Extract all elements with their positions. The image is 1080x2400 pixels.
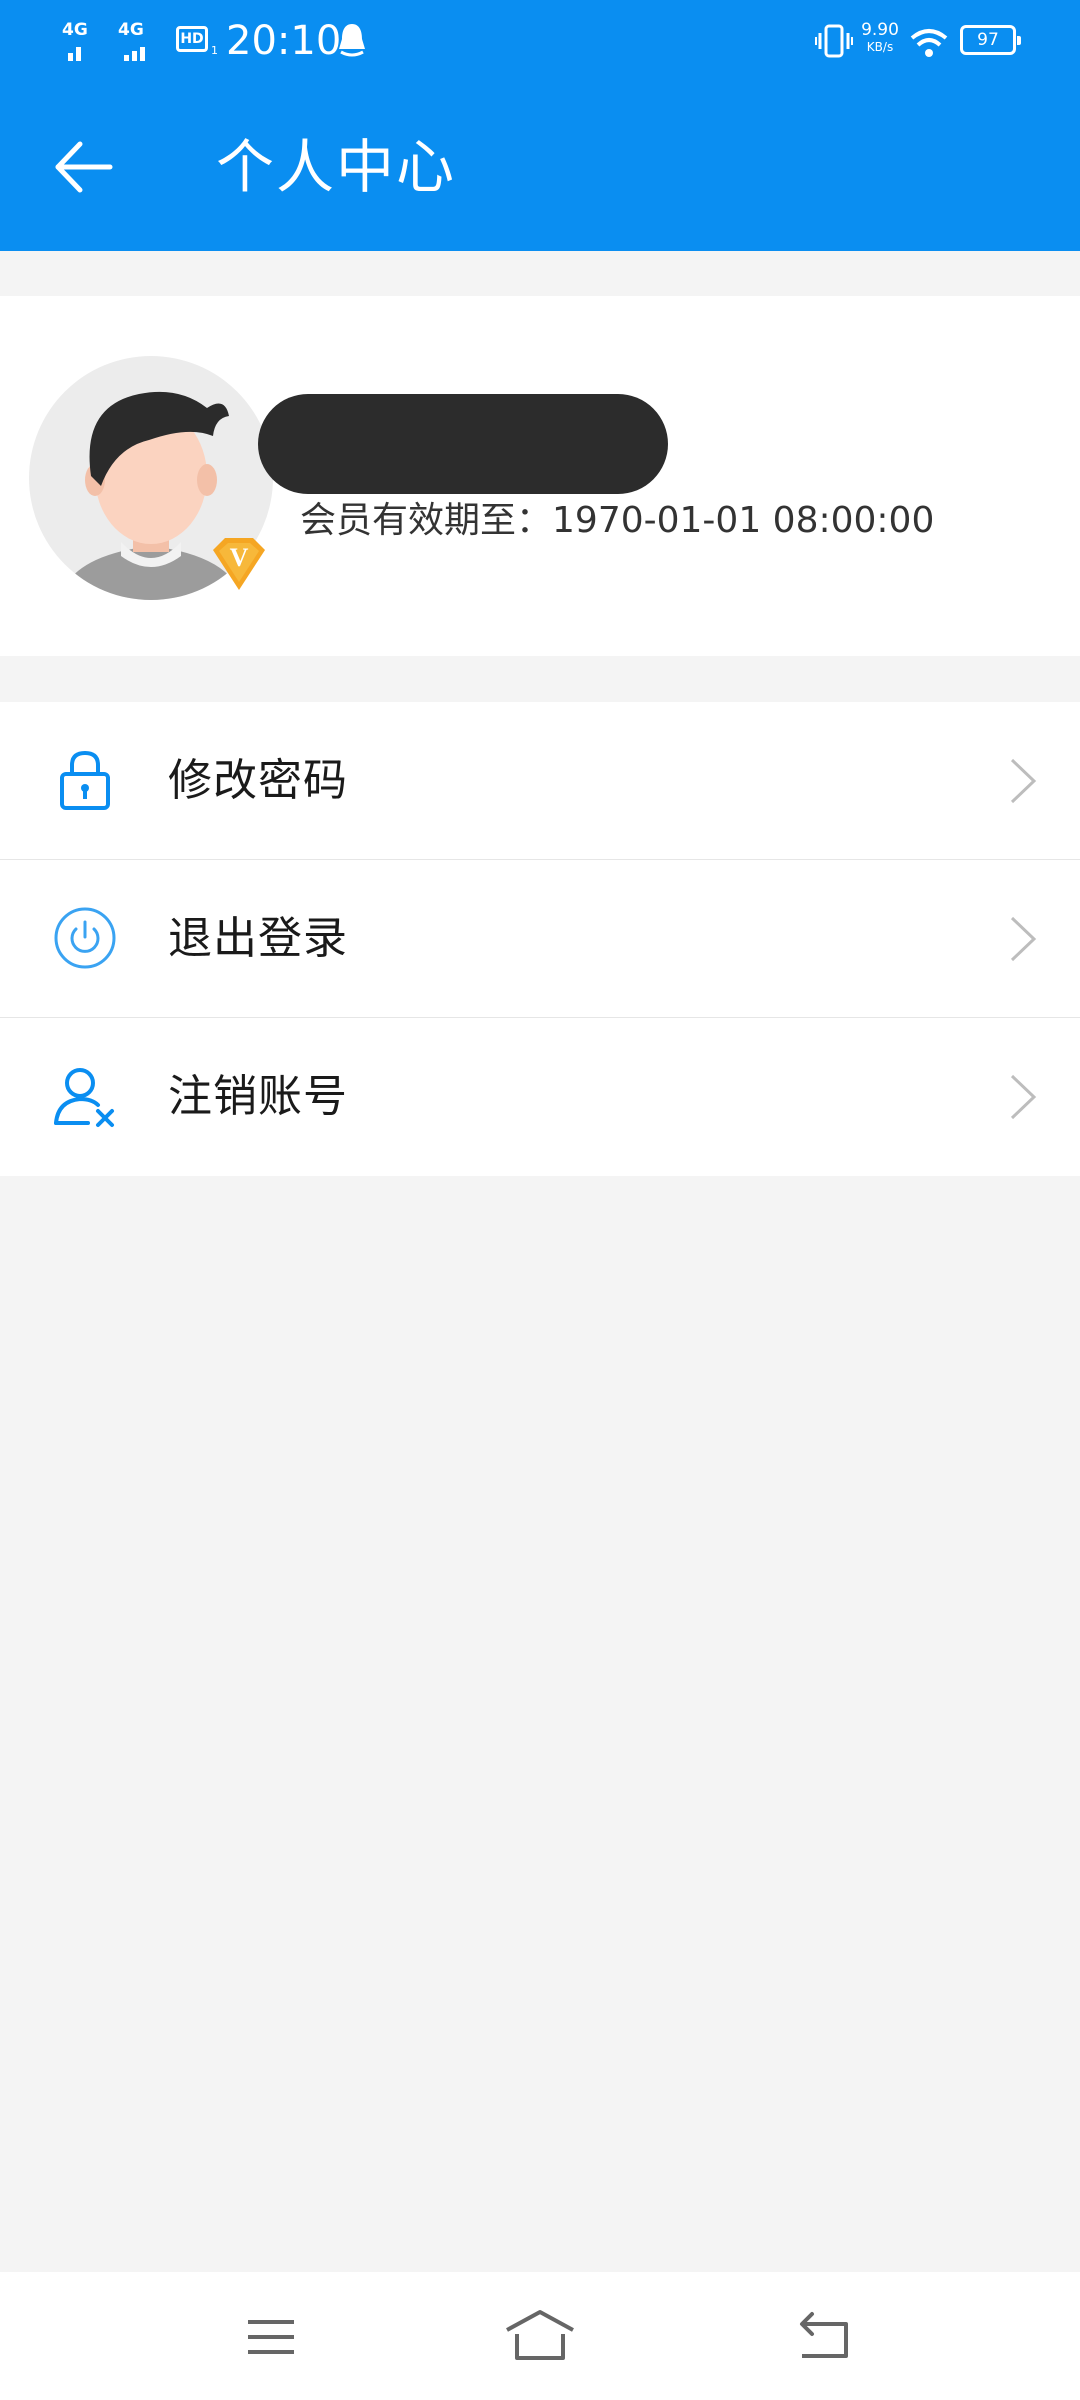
battery-icon: 97 — [960, 25, 1021, 55]
net-speed-unit: KB/s — [866, 40, 894, 54]
chevron-right-icon — [1010, 916, 1037, 962]
signal-2-label: 4G — [118, 20, 144, 40]
clock: 20:10 — [226, 18, 342, 64]
app-bar: 个人中心 — [0, 84, 1080, 251]
vibrate-icon — [815, 24, 853, 58]
qq-bell-icon — [339, 24, 365, 57]
menu-label-logout: 退出登录 — [168, 913, 348, 964]
net-speed-value: 9.90 — [861, 20, 899, 40]
home-icon[interactable] — [505, 2302, 575, 2372]
hd-sub: 1 — [211, 44, 218, 57]
menu-item-change-password[interactable]: 修改密码 — [0, 702, 1080, 860]
top-bar: 4G 4G HD 1 20:10 9.90 KB/s 97 个人中心 — [0, 0, 1080, 251]
screen: 4G 4G HD 1 20:10 9.90 KB/s 97 个人中心 V 会员有… — [0, 0, 1080, 2400]
menu-label-change-password: 修改密码 — [168, 755, 348, 806]
signal-1: 4G — [62, 20, 108, 61]
profile-card: V 会员有效期至：1970-01-01 08:00:00 — [0, 296, 1080, 656]
username-redacted — [258, 394, 668, 494]
system-nav-bar — [0, 2272, 1080, 2400]
signal-bars-icon — [124, 42, 148, 61]
lock-icon — [60, 750, 110, 810]
member-expiry: 会员有效期至：1970-01-01 08:00:00 — [300, 496, 934, 546]
back-icon[interactable] — [788, 2302, 858, 2372]
signal-2: 4G — [118, 20, 164, 61]
vip-badge-label: V — [230, 543, 249, 572]
member-expiry-value: 1970-01-01 08:00:00 — [552, 500, 935, 541]
avatar[interactable]: V — [29, 356, 274, 601]
status-bar: 4G 4G HD 1 20:10 9.90 KB/s 97 — [0, 0, 1080, 84]
wifi-icon — [910, 29, 948, 57]
member-expiry-label: 会员有效期至： — [300, 500, 553, 541]
hd-badge: HD — [176, 26, 208, 52]
chevron-right-icon — [1010, 1074, 1037, 1120]
signal-1-label: 4G — [62, 20, 88, 40]
page-title: 个人中心 — [216, 133, 457, 201]
user-remove-icon — [54, 1068, 114, 1127]
power-icon — [54, 907, 116, 969]
menu-icon[interactable] — [236, 2302, 306, 2372]
menu-item-delete-account[interactable]: 注销账号 — [0, 1018, 1080, 1176]
arrow-left-icon[interactable] — [50, 132, 120, 202]
menu-item-logout[interactable]: 退出登录 — [0, 860, 1080, 1018]
signal-bars-icon — [68, 42, 84, 61]
chevron-right-icon — [1010, 758, 1037, 804]
menu-label-delete-account: 注销账号 — [168, 1071, 348, 1122]
net-speed: 9.90 KB/s — [858, 22, 902, 56]
vip-badge-icon: V — [213, 538, 265, 590]
menu-list: 修改密码 退出登录 注销账号 — [0, 702, 1080, 1176]
